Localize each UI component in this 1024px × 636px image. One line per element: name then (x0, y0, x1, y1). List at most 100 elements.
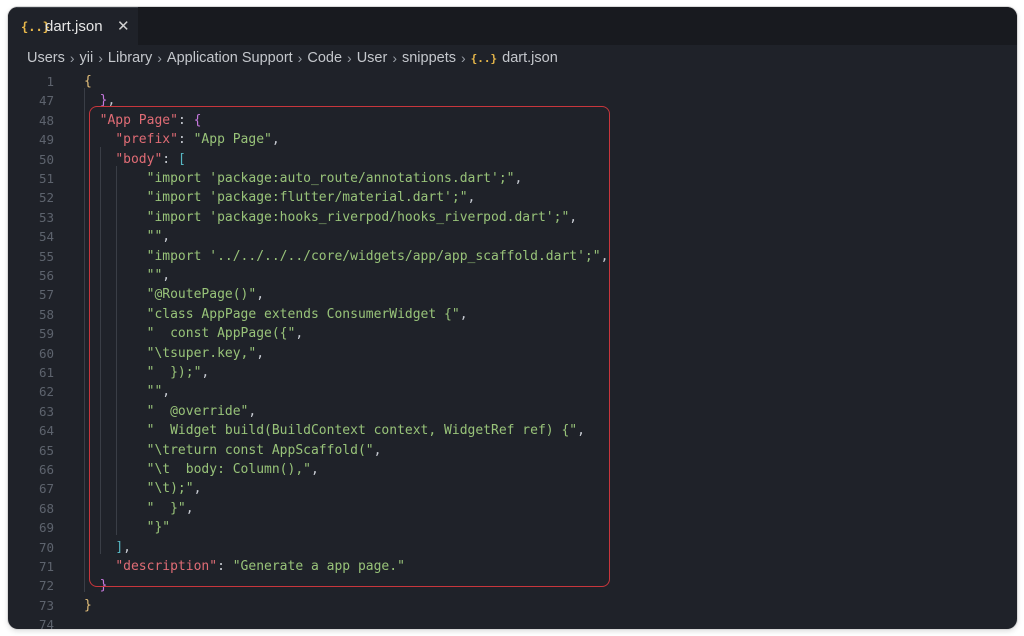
chevron-right-icon: › (297, 50, 303, 66)
line-number: 48 (38, 112, 54, 128)
close-icon[interactable]: ✕ (117, 18, 130, 36)
code-token: , (123, 539, 131, 555)
breadcrumb-item[interactable]: snippets (402, 50, 456, 66)
code-line[interactable]: 60 "\tsuper.key,", (8, 344, 1008, 363)
code-token: , (185, 500, 194, 516)
code-token: , (107, 93, 116, 109)
code-token: , (459, 306, 468, 322)
code-text: { (84, 72, 92, 91)
code-token: { (193, 112, 202, 128)
code-token: " Widget build(BuildContext context, Wid… (146, 423, 578, 439)
tab-bar: {..} dart.json ✕ (8, 7, 1017, 45)
line-number: 60 (38, 345, 54, 361)
code-text: }, (84, 91, 116, 110)
breadcrumb-item[interactable]: Users (27, 50, 65, 66)
code-line[interactable]: 47 }, (8, 91, 1008, 110)
code-line[interactable]: 70 ], (8, 538, 1008, 557)
code-token: : (217, 559, 233, 574)
code-text: " }", (84, 499, 194, 518)
code-token: , (162, 268, 171, 283)
code-token: "App Page" (99, 112, 178, 128)
code-line[interactable]: 61 " });", (8, 363, 1008, 382)
code-line[interactable]: 68 " }", (8, 499, 1008, 518)
breadcrumb-item[interactable]: Library (108, 50, 152, 66)
code-token: "import 'package:flutter/material.dart';… (146, 190, 468, 206)
code-token: , (569, 209, 578, 225)
code-text: "import '../../../../core/widgets/app/ap… (84, 247, 609, 266)
code-token: , (514, 171, 523, 186)
code-line[interactable]: 49 "prefix": "App Page", (8, 130, 1008, 149)
line-number: 49 (38, 132, 54, 148)
code-token: , (600, 248, 609, 264)
code-text: "", (84, 266, 170, 285)
code-line[interactable]: 63 " @override", (8, 402, 1008, 421)
code-line[interactable]: 65 "\treturn const AppScaffold(", (8, 441, 1008, 460)
line-number: 74 (38, 617, 54, 629)
chevron-right-icon: › (392, 50, 397, 66)
tab-label: dart.json (45, 18, 103, 35)
code-token: "" (146, 384, 163, 400)
code-token: " });" (146, 365, 202, 380)
line-number: 68 (38, 500, 54, 516)
code-token: "import 'package:auto_route/annotations.… (146, 171, 515, 186)
code-line[interactable]: 71 "description": "Generate a app page." (8, 557, 1008, 576)
code-line[interactable]: 66 "\t body: Column(),", (8, 460, 1008, 479)
code-line[interactable]: 51 "import 'package:auto_route/annotatio… (8, 169, 1008, 188)
tab-dart-json[interactable]: {..} dart.json ✕ (8, 7, 138, 45)
code-token: , (256, 287, 265, 303)
code-line[interactable]: 1{ (8, 72, 1008, 91)
breadcrumb-file[interactable]: dart.json (502, 50, 558, 66)
code-line[interactable]: 52 "import 'package:flutter/material.dar… (8, 188, 1008, 207)
code-token: ] (115, 539, 124, 555)
code-token: "@RoutePage()" (146, 287, 257, 303)
code-line[interactable]: 72 } (8, 576, 1008, 595)
chevron-right-icon: › (347, 50, 352, 66)
code-token: , (577, 423, 585, 439)
code-token: : (177, 132, 194, 148)
code-token: "import 'package:hooks_riverpod/hooks_ri… (146, 209, 570, 225)
code-text: "\treturn const AppScaffold(", (84, 441, 382, 460)
code-token: { (84, 74, 92, 89)
breadcrumb-item[interactable]: yii (80, 50, 94, 66)
code-line[interactable]: 64 " Widget build(BuildContext context, … (8, 421, 1008, 440)
code-token: } (84, 597, 92, 613)
breadcrumb-item[interactable]: Code (307, 50, 342, 66)
line-number: 61 (38, 365, 54, 380)
code-text: ], (84, 538, 131, 557)
code-text: " @override", (84, 402, 257, 421)
code-token: " @override" (146, 403, 249, 419)
code-line[interactable]: 62 "", (8, 382, 1008, 401)
code-text: " });", (84, 363, 210, 382)
line-number: 65 (38, 442, 54, 458)
code-line[interactable]: 73} (8, 596, 1008, 615)
code-line[interactable]: 59 " const AppPage({", (8, 324, 1008, 343)
code-line[interactable]: 67 "\t);", (8, 479, 1008, 498)
code-line[interactable]: 53 "import 'package:hooks_riverpod/hooks… (8, 208, 1008, 227)
breadcrumb-item[interactable]: User (357, 50, 388, 66)
line-number: 50 (38, 151, 54, 167)
code-line[interactable]: 58 "class AppPage extends ConsumerWidget… (8, 305, 1008, 324)
code-token: "\t);" (146, 481, 194, 497)
code-line[interactable]: 74 (8, 615, 1008, 629)
breadcrumb-item[interactable]: Application Support (167, 50, 293, 66)
line-number: 66 (38, 462, 54, 477)
code-line[interactable]: 55 "import '../../../../core/widgets/app… (8, 247, 1008, 266)
code-line[interactable]: 56 "", (8, 266, 1008, 285)
code-line[interactable]: 50 "body": [ (8, 150, 1008, 169)
editor-window: {..} dart.json ✕ Users › yii › Library › Appli… (8, 7, 1017, 629)
code-line[interactable]: 48 "App Page": { (8, 111, 1008, 130)
code-token: , (201, 365, 210, 380)
code-line[interactable]: 69 "}" (8, 518, 1008, 537)
code-editor[interactable]: 1{47 }, 48 "App Page": {49 "prefix": "App… (8, 69, 1017, 629)
code-text: "", (84, 227, 170, 246)
code-line[interactable]: 54 "", (8, 227, 1008, 246)
line-number: 54 (38, 229, 54, 245)
code-line[interactable]: 57 "@RoutePage()", (8, 285, 1008, 304)
line-number: 59 (38, 326, 54, 342)
